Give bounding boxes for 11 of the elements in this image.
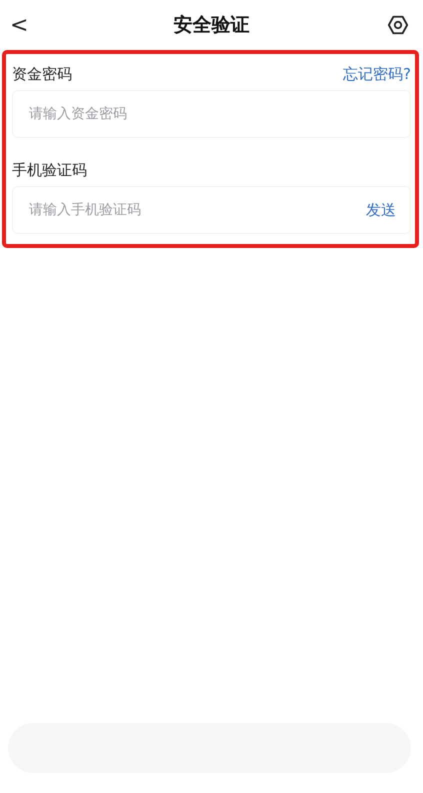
input-box[interactable]: 请输入手机验证码 发送 bbox=[12, 186, 411, 234]
input-field[interactable]: 请输入资金密码 bbox=[27, 105, 396, 123]
input-box[interactable]: 请输入资金密码 bbox=[12, 90, 411, 138]
field-label: 手机验证码 bbox=[12, 160, 87, 180]
input-field[interactable]: 请输入手机验证码 bbox=[27, 201, 366, 219]
forgot-password-link[interactable]: 忘记密码? bbox=[343, 64, 411, 84]
send-code-link[interactable]: 发送 bbox=[366, 200, 396, 220]
field-label: 资金密码 bbox=[12, 64, 72, 84]
settings-icon[interactable] bbox=[387, 14, 409, 36]
back-button[interactable]: < bbox=[6, 12, 32, 38]
page-title: 安全验证 bbox=[174, 13, 250, 38]
